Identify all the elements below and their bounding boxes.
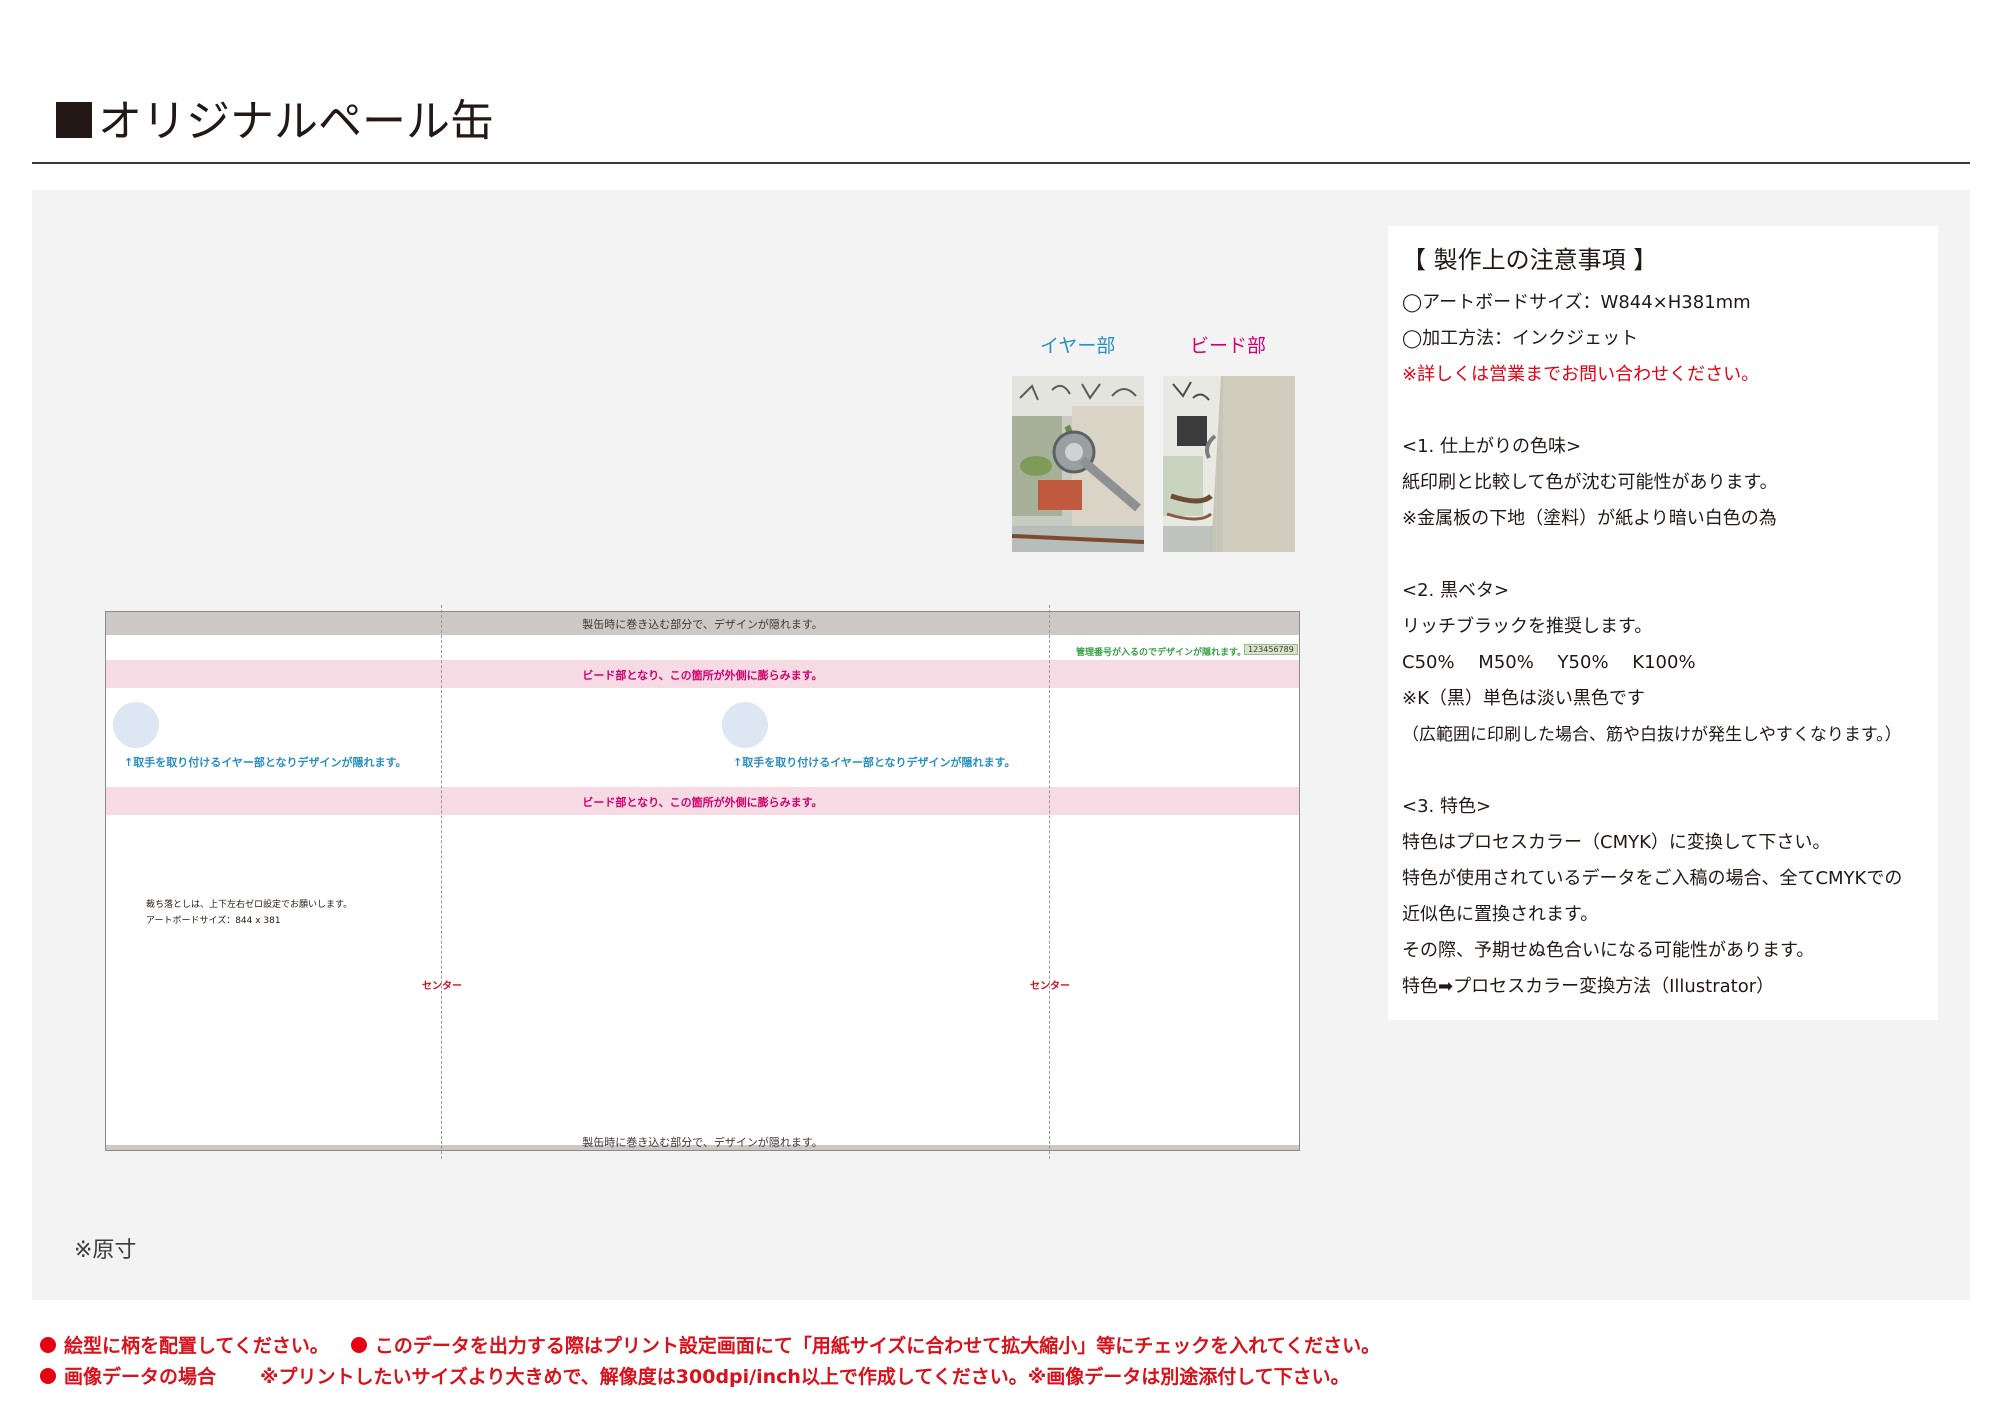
- notes-section-3-line-2: 特色が使用されているデータをご入稿の場合、全てCMYKでの: [1402, 868, 1903, 889]
- notes-artboard-size: ◯アートボードサイズ：W844×H381mm: [1402, 292, 1751, 313]
- ear-circle-center: [722, 702, 768, 748]
- black-square-icon: [56, 102, 92, 138]
- ear-note-center: ↑取手を取り付けるイヤー部となりデザインが隠れます。: [733, 756, 1016, 769]
- footer-line-1: 絵型に柄を配置してください。 このデータを出力する際はプリント設定画面にて「用紙サ…: [40, 1331, 1380, 1358]
- footer-line-2: 画像データの場合 ※プリントしたいサイズより大きめで、解像度は300dpi/inc…: [40, 1362, 1350, 1389]
- notes-section-3-heading: <3. 特色>: [1402, 796, 1492, 817]
- footer-item-print-settings: このデータを出力する際はプリント設定画面にて「用紙サイズに合わせて拡大縮小」等に…: [374, 1335, 1381, 1357]
- notes-heading: 【 製作上の注意事項 】: [1402, 246, 1658, 274]
- artboard-template: 製缶時に巻き込む部分で、デザインが隠れます。 管理番号が入るのでデザインが隠れま…: [105, 611, 1300, 1151]
- page-title-text: オリジナルペール缶: [98, 96, 494, 147]
- notes-processing-method: ◯加工方法：インクジェット: [1402, 328, 1639, 349]
- notes-section-3-line-3: 近似色に置換されます。: [1402, 904, 1599, 925]
- red-bullet-icon: [350, 1337, 367, 1353]
- notes-section-2-line-3: ※K（黒）単色は淡い黒色です: [1402, 688, 1645, 709]
- ear-circle-left: [113, 702, 159, 748]
- production-notes: 【 製作上の注意事項 】 ◯アートボードサイズ：W844×H381mm ◯加工方…: [1388, 226, 1938, 1020]
- artboard-size-note: アートボードサイズ：844 x 381: [146, 916, 281, 926]
- notes-section-2-heading: <2. 黒ベタ>: [1402, 580, 1510, 601]
- bead-photo-label: ビード部: [1190, 335, 1267, 357]
- ear-photo-label: イヤー部: [1040, 335, 1116, 357]
- red-bullet-icon: [40, 1368, 56, 1384]
- title-divider: [32, 162, 1970, 164]
- bottom-wrap-text: 製缶時に巻き込む部分で、デザインが隠れます。: [582, 1136, 823, 1149]
- red-bullet-icon: [40, 1337, 56, 1353]
- notes-section-3-line-4: その際、予期せぬ色合いになる可能性があります。: [1402, 940, 1815, 961]
- notes-contact-sales: ※詳しくは営業までお問い合わせください。: [1402, 364, 1760, 385]
- center-guide-left: [441, 605, 442, 1159]
- notes-section-2-cmyk: C50% M50% Y50% K100%: [1402, 652, 1696, 673]
- footer-item-image-data-detail: ※プリントしたいサイズより大きめで、解像度は300dpi/inch以上で作成して…: [260, 1366, 1350, 1388]
- actual-size-note: ※原寸: [74, 1238, 137, 1263]
- notes-section-1-line-1: 紙印刷と比較して色が沈む可能性があります。: [1402, 472, 1778, 493]
- ear-photo: [1012, 376, 1144, 552]
- top-wrap-text: 製缶時に巻き込む部分で、デザインが隠れます。: [582, 618, 823, 631]
- notes-conversion-method-link[interactable]: 特色➡プロセスカラー変換方法（Illustrator）: [1402, 972, 1774, 998]
- center-guide-right: [1049, 605, 1050, 1159]
- page-title: オリジナルペール缶: [56, 92, 494, 152]
- notes-section-1-heading: <1. 仕上がりの色味>: [1402, 436, 1582, 457]
- notes-section-1-line-2: ※金属板の下地（塗料）が紙より暗い白色の為: [1402, 508, 1777, 529]
- management-number-box: 123456789: [1244, 644, 1298, 655]
- bead-photo: [1163, 376, 1295, 552]
- center-label-right: センター: [1030, 981, 1070, 992]
- notes-section-2-line-1: リッチブラックを推奨します。: [1402, 616, 1653, 637]
- ear-note-left: ↑取手を取り付けるイヤー部となりデザインが隠れます。: [124, 756, 407, 769]
- bead-band-bottom-text: ビード部となり、この箇所が外側に膨らみます。: [582, 796, 823, 809]
- bleed-note: 裁ち落としは、上下左右ゼロ設定でお願いします。: [146, 900, 353, 910]
- footer-item-place-pattern: 絵型に柄を配置してください。: [64, 1335, 329, 1357]
- notes-section-2-line-4: （広範囲に印刷した場合、筋や白抜けが発生しやすくなります。）: [1402, 725, 1902, 745]
- center-label-left: センター: [422, 981, 462, 992]
- footer-item-image-data-label: 画像データの場合: [64, 1366, 217, 1388]
- bead-band-top-text: ビード部となり、この箇所が外側に膨らみます。: [582, 669, 823, 682]
- management-number-note: 管理番号が入るのでデザインが隠れます。→: [1076, 648, 1254, 658]
- notes-section-3-line-1: 特色はプロセスカラー（CMYK）に変換して下さい。: [1402, 832, 1831, 853]
